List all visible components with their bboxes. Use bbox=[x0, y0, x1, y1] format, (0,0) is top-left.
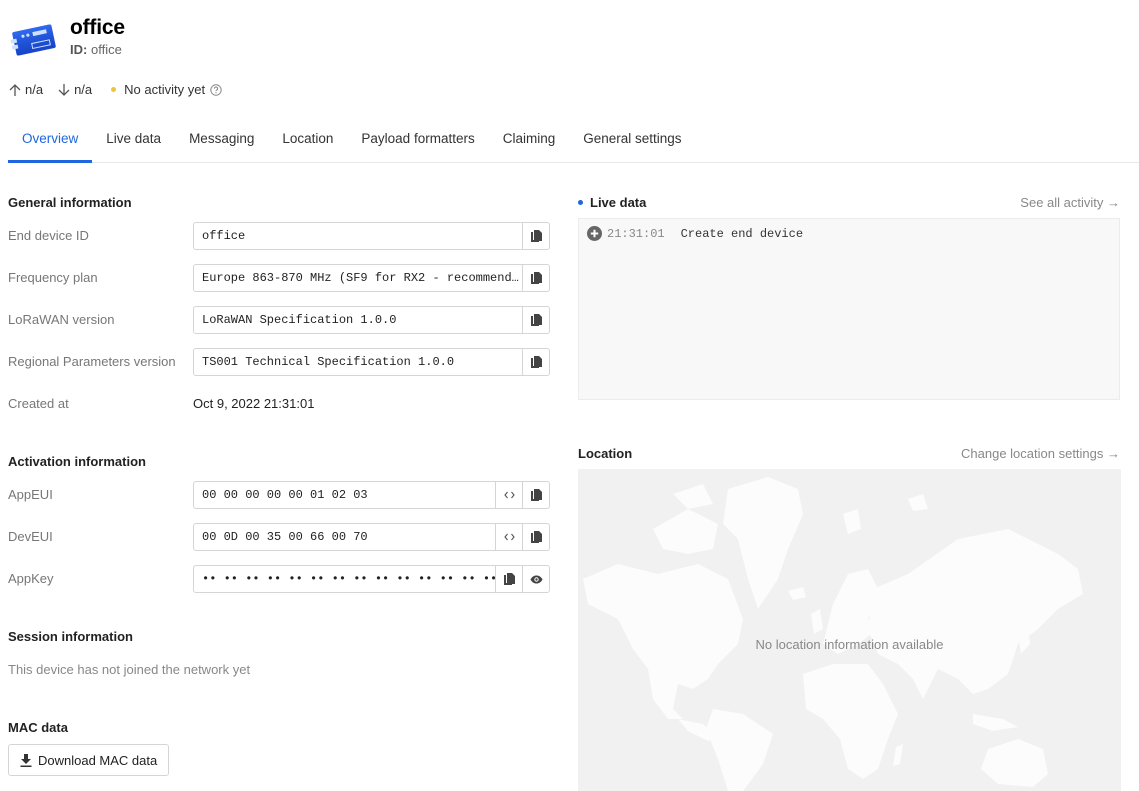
device-title: office bbox=[70, 16, 125, 39]
appkey-value: •• •• •• •• •• •• •• •• •• •• •• •• •• •… bbox=[202, 572, 495, 586]
show-value-button[interactable] bbox=[522, 566, 549, 592]
download-icon bbox=[20, 753, 32, 767]
copy-icon bbox=[531, 313, 542, 326]
appeui-label: AppEUI bbox=[8, 487, 53, 502]
code-brackets-icon bbox=[503, 491, 515, 499]
uplink-value: n/a bbox=[25, 82, 44, 97]
tab-payload-formatters[interactable]: Payload formatters bbox=[347, 118, 488, 162]
code-brackets-icon bbox=[503, 533, 515, 541]
live-data-panel: 21:31:01 Create end device bbox=[578, 218, 1120, 400]
toggle-byte-order-button[interactable] bbox=[495, 482, 522, 508]
frequency-plan-field: Europe 863-870 MHz (SF9 for RX2 - recomm… bbox=[193, 264, 550, 292]
session-information-heading: Session information bbox=[8, 629, 133, 644]
copy-icon bbox=[531, 488, 542, 501]
regional-parameters-version-field: TS001 Technical Specification 1.0.0 bbox=[193, 348, 550, 376]
world-map-illustration bbox=[583, 477, 1083, 791]
copy-icon bbox=[531, 530, 542, 543]
event-row[interactable]: 21:31:01 Create end device bbox=[587, 226, 803, 241]
copy-button[interactable] bbox=[522, 524, 549, 550]
deveui-label: DevEUI bbox=[8, 529, 53, 544]
tab-live-data[interactable]: Live data bbox=[92, 118, 175, 162]
toggle-byte-order-button[interactable] bbox=[495, 524, 522, 550]
appkey-label: AppKey bbox=[8, 571, 54, 586]
activity-status: No activity yet bbox=[124, 82, 206, 97]
see-all-activity-link[interactable]: See all activity → bbox=[1020, 195, 1120, 210]
deveui-value: 00 0D 00 35 00 66 00 70 bbox=[202, 530, 368, 544]
device-id-value: office bbox=[90, 42, 122, 57]
help-icon[interactable] bbox=[210, 83, 222, 96]
eye-icon bbox=[530, 575, 542, 583]
downlink-value: n/a bbox=[74, 82, 93, 97]
device-board-icon bbox=[10, 24, 56, 56]
download-mac-data-label: Download MAC data bbox=[38, 752, 158, 768]
download-mac-data-button[interactable]: Download MAC data bbox=[8, 744, 170, 776]
created-at-value: Oct 9, 2022 21:31:01 bbox=[193, 396, 315, 411]
lorawan-version-field: LoRaWAN Specification 1.0.0 bbox=[193, 306, 550, 334]
tab-location[interactable]: Location bbox=[268, 118, 347, 162]
appeui-value: 00 00 00 00 00 01 02 03 bbox=[202, 488, 368, 502]
device-id-label: ID: bbox=[70, 42, 88, 57]
device-id: ID: office bbox=[70, 42, 122, 57]
traffic-stats: n/a n/a No activity yet bbox=[8, 82, 222, 97]
copy-icon bbox=[531, 229, 542, 242]
lorawan-version-label: LoRaWAN version bbox=[8, 312, 115, 327]
end-device-id-label: End device ID bbox=[8, 228, 89, 243]
mac-data-heading: MAC data bbox=[8, 720, 68, 735]
end-device-id-value: office bbox=[202, 229, 246, 243]
no-location-message: No location information available bbox=[755, 637, 944, 652]
change-location-settings-link[interactable]: Change location settings → bbox=[961, 446, 1120, 461]
event-time: 21:31:01 bbox=[607, 226, 665, 241]
location-map: No location information available bbox=[578, 469, 1121, 791]
deveui-field: 00 0D 00 35 00 66 00 70 bbox=[193, 523, 550, 551]
tab-overview[interactable]: Overview bbox=[8, 118, 93, 163]
created-at-label: Created at bbox=[8, 396, 69, 411]
copy-icon bbox=[531, 271, 542, 284]
activation-information-heading: Activation information bbox=[8, 454, 146, 469]
location-heading: Location bbox=[578, 446, 633, 461]
arrow-down-icon bbox=[58, 83, 70, 96]
arrow-up-icon bbox=[9, 83, 21, 96]
plus-circle-icon bbox=[587, 226, 602, 241]
copy-button[interactable] bbox=[522, 265, 549, 291]
activity-status-dot bbox=[111, 87, 117, 92]
tab-claiming[interactable]: Claiming bbox=[489, 118, 570, 162]
regional-parameters-version-label: Regional Parameters version bbox=[8, 354, 176, 369]
lorawan-version-value: LoRaWAN Specification 1.0.0 bbox=[202, 313, 397, 327]
copy-button[interactable] bbox=[522, 223, 549, 249]
tab-messaging[interactable]: Messaging bbox=[175, 118, 268, 162]
location-header: Location Change location settings → bbox=[578, 446, 1120, 461]
appkey-field: •• •• •• •• •• •• •• •• •• •• •• •• •• •… bbox=[193, 565, 550, 593]
general-information-heading: General information bbox=[8, 195, 132, 210]
tab-general-settings[interactable]: General settings bbox=[569, 118, 695, 162]
frequency-plan-label: Frequency plan bbox=[8, 270, 98, 285]
live-data-header: Live data See all activity → bbox=[578, 195, 1120, 210]
copy-icon bbox=[531, 355, 542, 368]
appeui-field: 00 00 00 00 00 01 02 03 bbox=[193, 481, 550, 509]
live-data-heading: Live data bbox=[578, 195, 646, 210]
tab-bar: Overview Live data Messaging Location Pa… bbox=[8, 118, 1139, 163]
regional-parameters-version-value: TS001 Technical Specification 1.0.0 bbox=[202, 355, 455, 369]
copy-button[interactable] bbox=[495, 566, 522, 592]
live-data-title: Live data bbox=[590, 195, 647, 210]
copy-button[interactable] bbox=[522, 307, 549, 333]
copy-button[interactable] bbox=[522, 482, 549, 508]
downlink-stat: n/a bbox=[57, 82, 92, 97]
copy-button[interactable] bbox=[522, 349, 549, 375]
session-status-text: This device has not joined the network y… bbox=[8, 662, 251, 677]
uplink-stat: n/a bbox=[8, 82, 43, 97]
frequency-plan-value: Europe 863-870 MHz (SF9 for RX2 - recomm… bbox=[202, 271, 522, 285]
end-device-id-field: office bbox=[193, 222, 550, 250]
copy-icon bbox=[504, 572, 515, 585]
event-text: Create end device bbox=[680, 226, 804, 241]
live-indicator-dot bbox=[578, 200, 583, 205]
